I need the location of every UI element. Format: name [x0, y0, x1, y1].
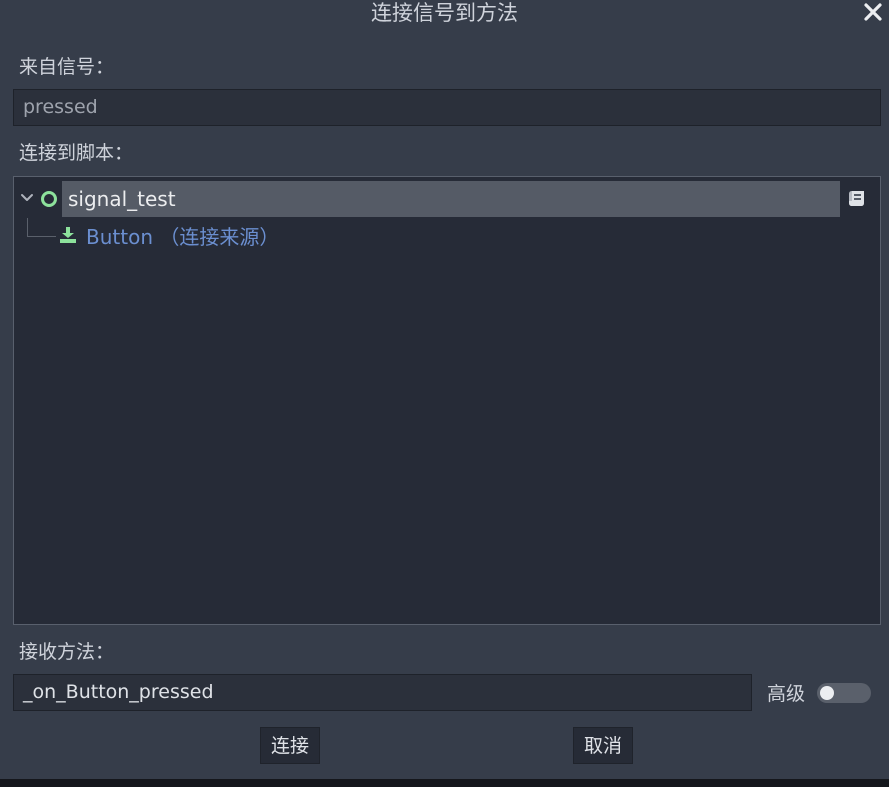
- tree-item-button[interactable]: Button （连接来源）: [14, 219, 880, 255]
- window-bottom-edge: [0, 779, 889, 787]
- advanced-label: 高级: [767, 683, 806, 705]
- signal-label: 来自信号：: [19, 56, 115, 78]
- node-ring-icon: [41, 191, 57, 207]
- button-node-icon: [60, 227, 76, 243]
- scene-tree[interactable]: signal_test Button （连接来源）: [13, 176, 881, 625]
- signal-field: pressed: [13, 89, 881, 126]
- tree-item-signal-test[interactable]: signal_test: [14, 181, 880, 217]
- close-button[interactable]: [861, 0, 885, 24]
- selection-highlight: [62, 181, 840, 217]
- tree-item-label: signal_test: [68, 187, 176, 211]
- advanced-toggle[interactable]: [817, 683, 871, 703]
- method-input[interactable]: _on_Button_pressed: [13, 674, 752, 711]
- method-label: 接收方法：: [19, 641, 115, 663]
- script-icon[interactable]: [846, 188, 868, 210]
- tree-item-label: Button （连接来源）: [86, 225, 280, 249]
- connect-button[interactable]: 连接: [260, 727, 320, 764]
- chevron-down-icon[interactable]: [20, 191, 34, 205]
- connect-signal-dialog: 连接信号到方法 来自信号： pressed 连接到脚本： signal_test: [0, 0, 889, 779]
- script-label: 连接到脚本：: [19, 142, 134, 164]
- close-icon: [864, 3, 882, 21]
- toggle-knob: [820, 686, 834, 700]
- cancel-button[interactable]: 取消: [573, 727, 633, 764]
- dialog-title: 连接信号到方法: [371, 1, 518, 25]
